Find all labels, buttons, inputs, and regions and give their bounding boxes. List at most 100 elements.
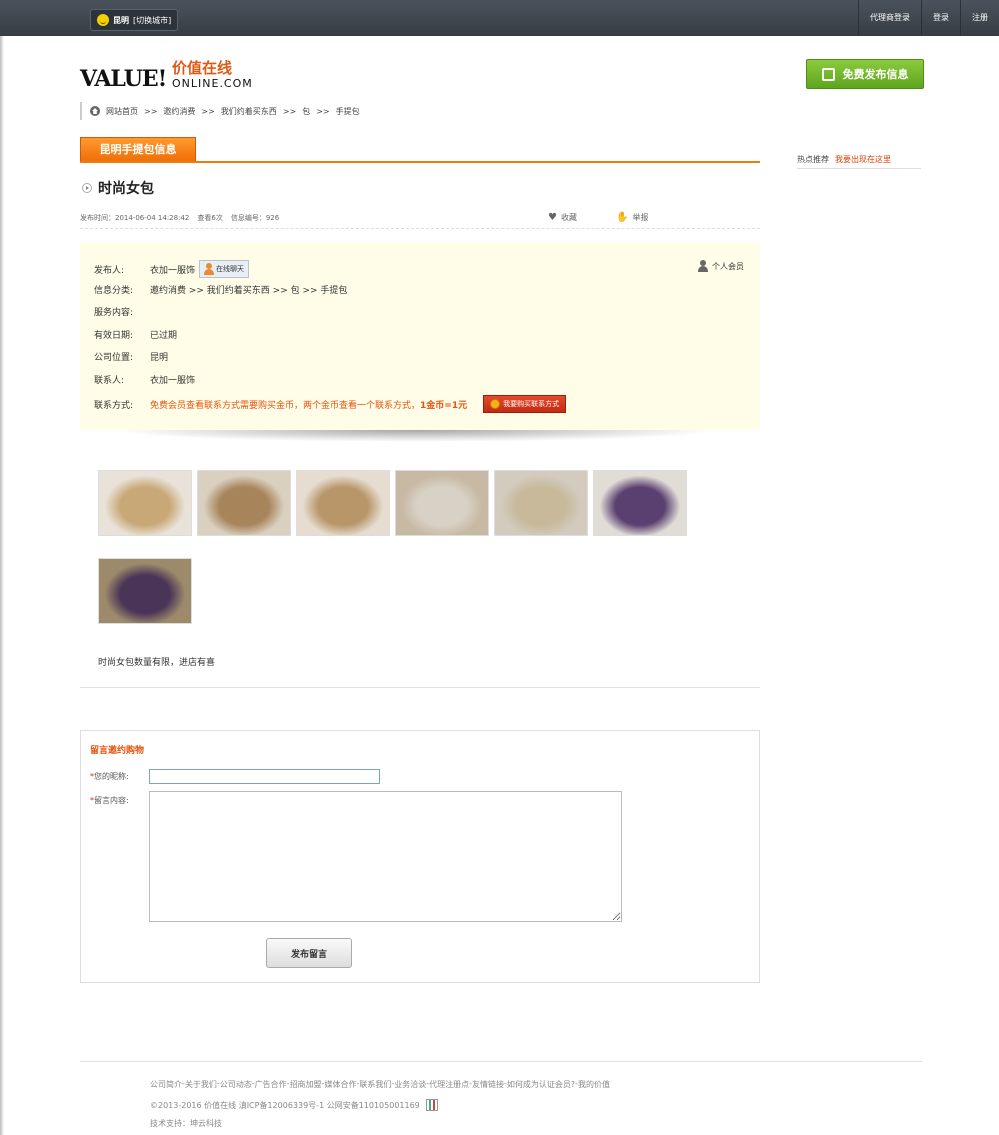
favorite-label: 收藏 [560, 213, 577, 222]
category-value[interactable]: 邀约消费 >> 我们约着买东西 >> 包 >> 手提包 [150, 283, 347, 296]
buy-contact-button[interactable]: 我要购买联系方式 [483, 395, 567, 413]
coin-rate: 1金币=1元 [420, 400, 468, 411]
publisher-value[interactable]: 衣加一服饰 [150, 263, 195, 276]
footer-link[interactable]: 代理注册点 [429, 1079, 469, 1090]
breadcrumb-sep: >> [144, 106, 158, 116]
footer-link[interactable]: 公司动态 [220, 1079, 252, 1090]
message-form: 留言邀约购物 *您的昵称: *留言内容: 发布留言 [80, 730, 760, 983]
post-title: 时尚女包 [82, 178, 154, 198]
product-thumbnail[interactable] [98, 470, 192, 536]
valid-row: 有效日期: 已过期 [94, 328, 177, 341]
city-selector[interactable]: 昆明 [切换城市] [90, 9, 179, 31]
footer-link[interactable]: 业务洽谈 [394, 1079, 426, 1090]
product-photo [495, 471, 587, 535]
copyright-text: ©2013-2016 价值在线 滇ICP备12006339号-1 公网安备110… [150, 1100, 420, 1110]
nickname-label: *您的昵称: [90, 771, 129, 782]
footer-link[interactable]: 公司简介 [150, 1079, 182, 1090]
favorite-button[interactable]: ♥ 收藏 [548, 212, 577, 223]
product-thumbnail[interactable] [98, 558, 192, 624]
buy-contact-label: 我要购买联系方式 [503, 400, 560, 408]
left-edge-shadow [0, 36, 4, 1135]
submit-message-button[interactable]: 发布留言 [266, 938, 352, 968]
stats-icon[interactable] [425, 1099, 438, 1111]
message-textarea[interactable] [149, 791, 622, 922]
report-button[interactable]: ✋ 举报 [616, 212, 648, 223]
footer-link[interactable]: 媒体合作 [324, 1079, 356, 1090]
product-thumbnail[interactable] [197, 470, 291, 536]
publish-label: 免费发布信息 [842, 68, 909, 81]
footer-links: 公司简介 - 关于我们 - 公司动态 - 广告合作 - 招商加盟 - 媒体合作 … [150, 1079, 610, 1090]
site-logo[interactable]: VALUE! 价值在线 ONLINE.COM [80, 57, 260, 93]
footer-link[interactable]: 关于我们 [185, 1079, 217, 1090]
info-id: 信息编号：926 [230, 214, 280, 222]
method-text: 免费会员查看联系方式需要购买金币，两个金币查看一个联系方式， [150, 400, 421, 411]
hot-link[interactable]: 我要出现在这里 [835, 154, 891, 165]
heart-icon: ♥ [548, 212, 557, 223]
edit-icon [821, 67, 835, 81]
member-badge: 个人会员 [698, 260, 744, 272]
logo-brand: VALUE! [80, 66, 167, 92]
bullet-icon [82, 183, 92, 193]
logo-cn: 价值在线 [172, 59, 233, 77]
agent-login-link[interactable]: 代理商登录 [858, 0, 921, 36]
footer-link[interactable]: 如何成为认证会员? [507, 1079, 575, 1090]
section-divider [80, 161, 760, 163]
message-title: 留言邀约购物 [90, 746, 145, 756]
footer-link[interactable]: 联系我们 [359, 1079, 391, 1090]
footer-link[interactable]: 招商加盟 [290, 1079, 322, 1090]
breadcrumb: 网站首页 >> 邀约消费 >> 我们约着买东西 >> 包 >> 手提包 [80, 102, 360, 120]
product-thumbnail[interactable] [494, 470, 588, 536]
publish-time: 发布时间：2014-06-04 14:28:42 [80, 214, 190, 222]
valid-value: 已过期 [150, 331, 178, 341]
register-link[interactable]: 注册 [960, 0, 999, 36]
free-publish-button[interactable]: 免费发布信息 [806, 59, 924, 89]
smiley-icon [97, 14, 109, 26]
coin-icon [490, 399, 501, 409]
section-tab: 昆明手提包信息 [80, 137, 196, 163]
login-link[interactable]: 登录 [921, 0, 960, 36]
info-box: 发布人: 衣加一服饰 在线聊天 个人会员 信息分类: 邀约消费 >> 我们约着买… [80, 242, 760, 430]
online-chat-button[interactable]: 在线聊天 [199, 260, 250, 278]
hot-label: 热点推荐 [797, 154, 829, 164]
breadcrumb-home[interactable]: 网站首页 [106, 106, 138, 117]
product-photo [396, 471, 488, 535]
breadcrumb-bag[interactable]: 包 [302, 106, 310, 117]
post-meta: 发布时间：2014-06-04 14:28:42 查看6次 信息编号：926 ♥… [80, 211, 760, 229]
footer-link[interactable]: 广告合作 [255, 1079, 287, 1090]
breadcrumb-shopping[interactable]: 我们约着买东西 [221, 106, 277, 117]
chat-label: 在线聊天 [216, 265, 245, 273]
switch-city-link[interactable]: [切换城市] [133, 15, 171, 26]
report-label: 举报 [632, 213, 649, 222]
product-thumbnail[interactable] [593, 470, 687, 536]
nickname-input[interactable] [149, 769, 380, 784]
content-label-text: 留言内容: [94, 796, 129, 805]
top-bar: 昆明 [切换城市] 代理商登录 登录 注册 [0, 0, 999, 36]
footer-divider [80, 1061, 922, 1062]
breadcrumb-sep: >> [316, 106, 330, 116]
member-icon [698, 260, 708, 272]
member-label: 个人会员 [712, 261, 744, 271]
location-label: 公司位置: [94, 353, 134, 363]
service-label: 服务内容: [94, 308, 134, 318]
footer-copyright: ©2013-2016 价值在线 滇ICP备12006339号-1 公网安备110… [150, 1099, 438, 1111]
product-photo [198, 471, 290, 535]
home-icon [90, 106, 100, 116]
current-city: 昆明 [113, 15, 129, 25]
product-thumbnail[interactable] [395, 470, 489, 536]
publisher-label: 发布人: [94, 265, 125, 276]
nickname-label-text: 您的昵称: [94, 772, 129, 781]
method-label: 联系方式: [94, 400, 134, 411]
method-row: 联系方式: 免费会员查看联系方式需要购买金币，两个金币查看一个联系方式， 1金币… [94, 395, 567, 413]
product-photo [99, 559, 191, 623]
content-label: *留言内容: [90, 795, 129, 806]
contact-value: 衣加一服饰 [150, 376, 196, 386]
footer-link[interactable]: 友情链接 [472, 1079, 504, 1090]
post-description: 时尚女包数量有限，进店有喜 [98, 658, 216, 668]
product-thumbnail[interactable] [296, 470, 390, 536]
breadcrumb-handbag[interactable]: 手提包 [336, 106, 360, 117]
footer-link[interactable]: 我的价值 [578, 1079, 610, 1090]
breadcrumb-consume[interactable]: 邀约消费 [163, 106, 195, 117]
valid-label: 有效日期: [94, 331, 134, 341]
breadcrumb-sep: >> [201, 106, 215, 116]
content-divider [80, 687, 760, 688]
